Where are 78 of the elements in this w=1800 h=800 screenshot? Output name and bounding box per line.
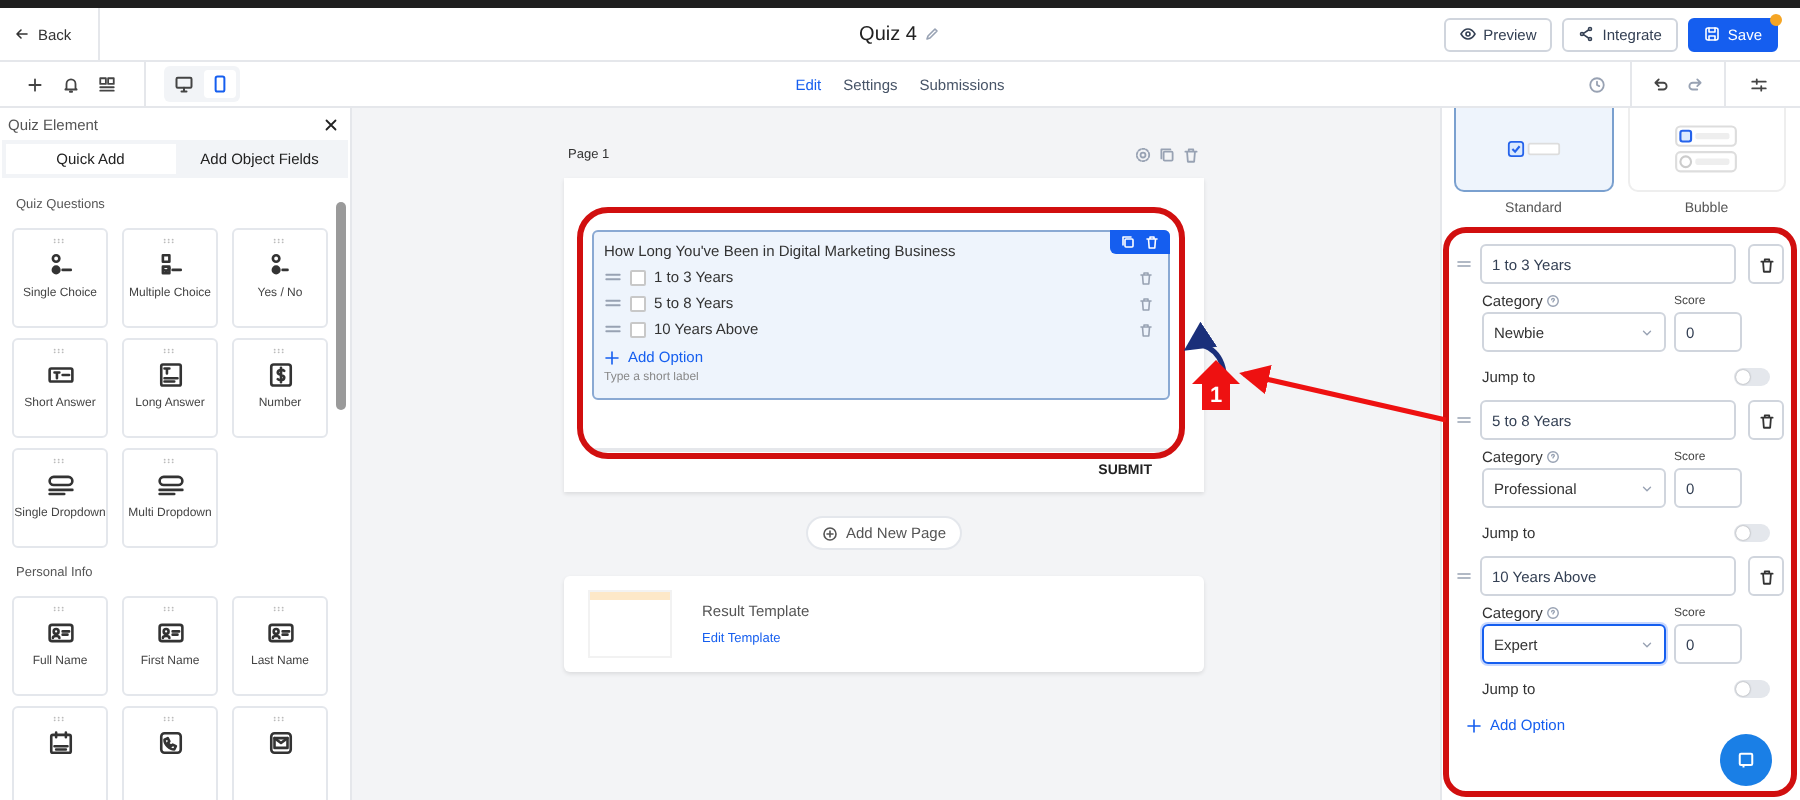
drag-handle-icon[interactable] bbox=[604, 268, 622, 286]
settings-icon[interactable] bbox=[1134, 145, 1152, 163]
trash-icon[interactable] bbox=[1182, 145, 1200, 163]
notification-dot bbox=[1770, 13, 1782, 25]
phone-icon bbox=[157, 730, 183, 756]
dropdown-icon bbox=[47, 472, 73, 498]
chevron-down-icon bbox=[1640, 325, 1654, 339]
drag-handle-icon[interactable] bbox=[1456, 412, 1472, 428]
help-icon[interactable] bbox=[1546, 294, 1561, 308]
envelope-icon bbox=[267, 730, 293, 756]
redo-icon[interactable] bbox=[1686, 75, 1704, 93]
text-area-icon bbox=[157, 362, 183, 388]
text-field-icon bbox=[47, 362, 73, 388]
undo-icon[interactable] bbox=[1652, 75, 1670, 93]
style-card[interactable] bbox=[1454, 108, 1613, 192]
drag-handle-icon[interactable] bbox=[1456, 256, 1472, 272]
pencil-icon[interactable] bbox=[924, 26, 941, 42]
phone-icon bbox=[210, 74, 230, 94]
id-card-icon bbox=[157, 620, 183, 646]
monitor-icon bbox=[174, 74, 194, 94]
copy-icon[interactable] bbox=[1120, 234, 1136, 250]
bell-icon[interactable] bbox=[62, 75, 80, 93]
quiz-title: Quiz 4 bbox=[859, 23, 917, 45]
eye-icon bbox=[1459, 26, 1476, 42]
chat-icon bbox=[1736, 750, 1756, 770]
drag-handle-icon[interactable] bbox=[1456, 568, 1472, 584]
help-icon[interactable] bbox=[1546, 450, 1561, 464]
chevron-down-icon bbox=[1640, 637, 1654, 651]
drag-handle-icon[interactable] bbox=[604, 320, 622, 338]
plus-icon bbox=[604, 349, 620, 365]
element-tile[interactable] bbox=[12, 706, 108, 800]
plus-circle-icon bbox=[821, 525, 838, 541]
mobile-view-button[interactable] bbox=[204, 70, 236, 98]
plus-icon bbox=[1466, 717, 1482, 733]
floppy-icon bbox=[1703, 26, 1720, 42]
share-icon bbox=[1578, 26, 1595, 42]
trash-icon[interactable] bbox=[1138, 269, 1154, 285]
delete-button[interactable] bbox=[1748, 556, 1784, 596]
element-tile[interactable] bbox=[122, 706, 218, 800]
layout-icon[interactable] bbox=[98, 75, 116, 93]
toggle-switch[interactable] bbox=[1734, 524, 1770, 542]
element-tile[interactable] bbox=[232, 706, 328, 800]
checkbox[interactable] bbox=[630, 321, 646, 337]
radio-options-icon bbox=[267, 252, 293, 278]
toggle-switch[interactable] bbox=[1734, 368, 1770, 386]
plus-icon[interactable] bbox=[26, 75, 44, 93]
sliders-icon[interactable] bbox=[1750, 75, 1768, 93]
id-card-icon bbox=[267, 620, 293, 646]
clock-icon[interactable] bbox=[1588, 75, 1606, 93]
chevron-down-icon bbox=[1640, 481, 1654, 495]
trash-icon bbox=[1758, 567, 1776, 585]
help-icon[interactable] bbox=[1546, 606, 1561, 620]
trash-icon[interactable] bbox=[1138, 321, 1154, 337]
dropdown-icon bbox=[157, 472, 183, 498]
copy-icon[interactable] bbox=[1158, 145, 1176, 163]
step-marker bbox=[1192, 360, 1240, 410]
step-number: 1 bbox=[1209, 384, 1223, 408]
trash-icon bbox=[1758, 255, 1776, 273]
trash-icon[interactable] bbox=[1138, 295, 1154, 311]
delete-button[interactable] bbox=[1748, 244, 1784, 284]
checkbox[interactable] bbox=[630, 269, 646, 285]
id-card-icon bbox=[47, 620, 73, 646]
checkbox[interactable] bbox=[630, 295, 646, 311]
drag-handle-icon[interactable] bbox=[604, 294, 622, 312]
checkbox-options-icon bbox=[157, 252, 183, 278]
dollar-field-icon bbox=[267, 362, 293, 388]
scrollbar-thumb[interactable] bbox=[336, 202, 346, 410]
radio-options-icon bbox=[47, 252, 73, 278]
close-icon[interactable] bbox=[322, 116, 340, 134]
template-thumbnail bbox=[588, 590, 672, 658]
delete-button[interactable] bbox=[1748, 400, 1784, 440]
calendar-icon bbox=[47, 730, 73, 756]
curved-arrow bbox=[1183, 323, 1227, 373]
trash-icon bbox=[1758, 411, 1776, 429]
checkbox-preview-icon bbox=[1505, 140, 1562, 158]
toggle-switch[interactable] bbox=[1734, 680, 1770, 698]
bubble-preview-icon bbox=[1674, 123, 1739, 175]
arrow-left-icon bbox=[14, 26, 30, 42]
